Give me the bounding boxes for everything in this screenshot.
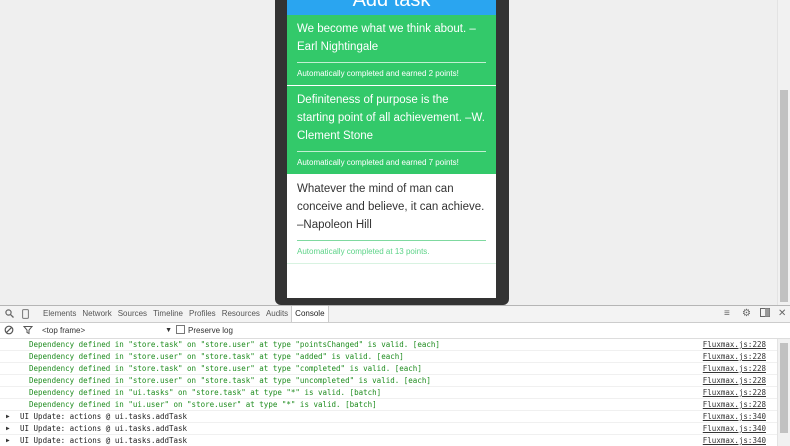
log-group[interactable]: ▶ UI Update: actions @ ui.tasks.addTask …	[0, 423, 778, 435]
frame-selector[interactable]: <top frame> ▼	[42, 325, 172, 336]
preserve-log-checkbox[interactable]	[176, 325, 185, 334]
task-text: We become what we think about. –Earl Nig…	[297, 20, 486, 63]
console-scrollbar-thumb[interactable]	[780, 343, 788, 433]
task-item[interactable]: We become what we think about. –Earl Nig…	[287, 15, 496, 86]
tab-resources[interactable]: Resources	[219, 306, 263, 322]
log-source-link[interactable]: Fluxmax.js:340	[703, 435, 766, 446]
console-output: Dependency defined in "store.task" on "s…	[0, 339, 778, 446]
log-line: Dependency defined in "store.user" on "s…	[0, 351, 778, 363]
tab-console[interactable]: Console	[291, 306, 329, 322]
tab-elements[interactable]: Elements	[40, 306, 79, 322]
log-source-link[interactable]: Fluxmax.js:228	[703, 351, 766, 362]
log-line: Dependency defined in "store.user" on "s…	[0, 375, 778, 387]
console-scrollbar[interactable]	[777, 339, 790, 446]
log-message: Dependency defined in "store.task" on "s…	[29, 340, 440, 349]
task-status: Automatically completed at 13 points.	[297, 247, 430, 256]
log-line: Dependency defined in "ui.tasks" on "sto…	[0, 387, 778, 399]
log-group[interactable]: ▶ UI Update: actions @ ui.tasks.addTask …	[0, 411, 778, 423]
page-scrollbar-thumb[interactable]	[780, 90, 788, 302]
drawer-toggle-icon[interactable]: ≡	[724, 308, 730, 320]
log-message: Dependency defined in "store.task" on "s…	[29, 364, 422, 373]
tab-network[interactable]: Network	[79, 306, 114, 322]
expand-triangle-icon[interactable]: ▶	[6, 423, 10, 434]
task-status: Automatically completed and earned 2 poi…	[297, 69, 459, 78]
expand-triangle-icon[interactable]: ▶	[6, 435, 10, 446]
log-message: UI Update: actions @ ui.tasks.addTask	[20, 436, 188, 445]
log-source-link[interactable]: Fluxmax.js:340	[703, 411, 766, 422]
frame-selector-value: <top frame>	[42, 326, 86, 335]
log-source-link[interactable]: Fluxmax.js:228	[703, 363, 766, 374]
devtools-panel: Elements Network Sources Timeline Profil…	[0, 305, 790, 446]
dock-side-icon[interactable]	[760, 308, 770, 321]
gear-icon[interactable]: ⚙	[742, 308, 751, 320]
log-line: Dependency defined in "store.task" on "s…	[0, 363, 778, 375]
log-message: Dependency defined in "store.user" on "s…	[29, 352, 404, 361]
tab-audits[interactable]: Audits	[263, 306, 291, 322]
log-message: Dependency defined in "store.user" on "s…	[29, 376, 431, 385]
search-icon[interactable]	[4, 309, 14, 319]
page-viewport: Add task We become what we think about. …	[0, 0, 790, 305]
tab-timeline[interactable]: Timeline	[150, 306, 186, 322]
task-status: Automatically completed and earned 7 poi…	[297, 158, 459, 167]
task-item[interactable]: Definiteness of purpose is the starting …	[287, 86, 496, 175]
close-icon[interactable]: ✕	[778, 308, 786, 320]
log-source-link[interactable]: Fluxmax.js:228	[703, 387, 766, 398]
clear-console-icon[interactable]	[4, 325, 14, 335]
tab-profiles[interactable]: Profiles	[186, 306, 219, 322]
task-text: Definiteness of purpose is the starting …	[297, 91, 486, 152]
filter-icon[interactable]	[22, 325, 34, 335]
phone-frame: Add task We become what we think about. …	[275, 0, 509, 305]
log-source-link[interactable]: Fluxmax.js:228	[703, 375, 766, 386]
page-scrollbar[interactable]	[777, 0, 790, 305]
expand-triangle-icon[interactable]: ▶	[6, 411, 10, 422]
log-group[interactable]: ▶ UI Update: actions @ ui.tasks.addTask …	[0, 435, 778, 446]
task-text: Whatever the mind of man can conceive an…	[297, 180, 486, 241]
log-message: UI Update: actions @ ui.tasks.addTask	[20, 412, 188, 421]
log-line: Dependency defined in "ui.user" on "stor…	[0, 399, 778, 411]
app-screen: Add task We become what we think about. …	[287, 0, 496, 298]
log-message: UI Update: actions @ ui.tasks.addTask	[20, 424, 188, 433]
log-source-link[interactable]: Fluxmax.js:228	[703, 339, 766, 350]
log-message: Dependency defined in "ui.tasks" on "sto…	[29, 388, 382, 397]
preserve-log-toggle[interactable]: Preserve log	[176, 325, 233, 336]
devtools-tabs: Elements Network Sources Timeline Profil…	[40, 306, 329, 322]
devtools-tabbar: Elements Network Sources Timeline Profil…	[0, 306, 790, 323]
log-source-link[interactable]: Fluxmax.js:228	[703, 399, 766, 410]
log-source-link[interactable]: Fluxmax.js:340	[703, 423, 766, 434]
add-task-button[interactable]: Add task	[287, 0, 496, 15]
device-mode-icon[interactable]	[20, 309, 30, 319]
log-message: Dependency defined in "ui.user" on "stor…	[29, 400, 377, 409]
task-item[interactable]: Whatever the mind of man can conceive an…	[287, 175, 496, 264]
tab-sources[interactable]: Sources	[115, 306, 150, 322]
preserve-log-label: Preserve log	[188, 326, 233, 335]
chevron-down-icon: ▼	[165, 327, 172, 334]
console-toolbar: <top frame> ▼ Preserve log	[0, 323, 790, 339]
add-task-label: Add task	[352, 0, 431, 11]
log-line: Dependency defined in "store.task" on "s…	[0, 339, 778, 351]
